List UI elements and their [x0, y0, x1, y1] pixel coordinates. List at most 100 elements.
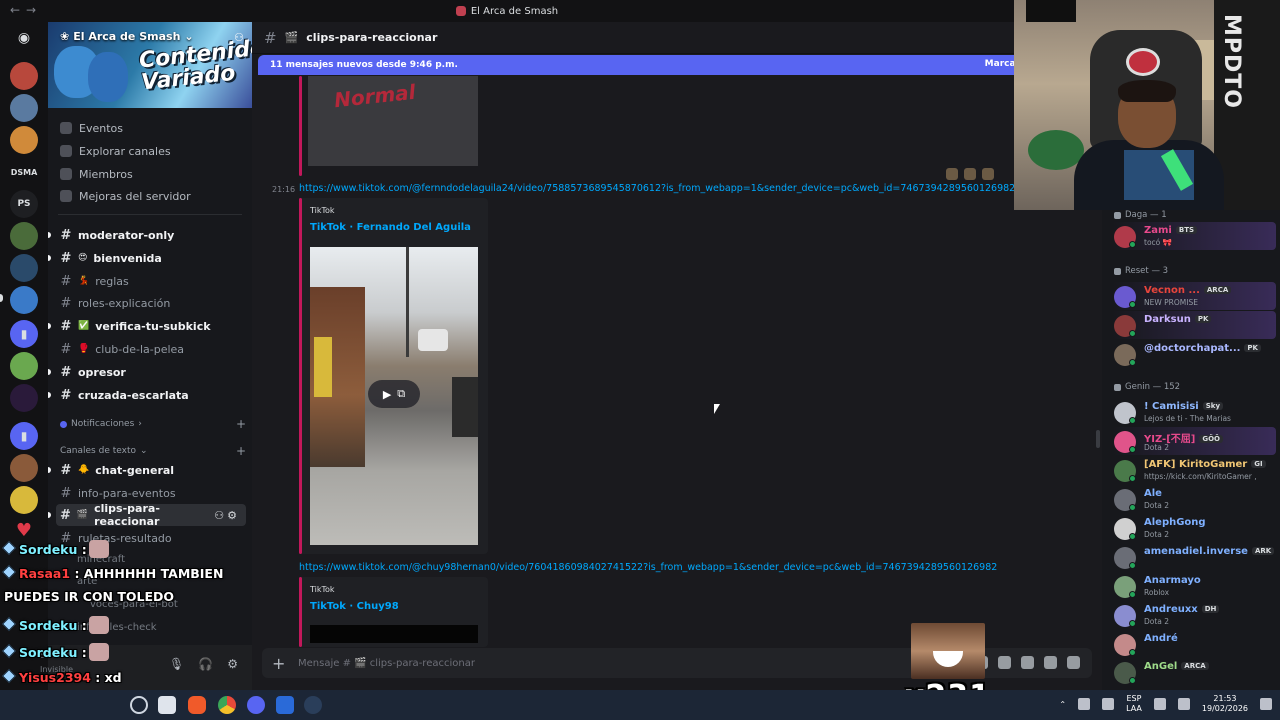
- embed-title[interactable]: TikTok · Chuy98: [310, 601, 399, 612]
- channel-item[interactable]: # info-para-eventos: [56, 482, 246, 504]
- open-external-icon[interactable]: ⧉: [397, 387, 405, 401]
- member-item[interactable]: AlephGong Dota 2: [1112, 514, 1276, 542]
- channel-item[interactable]: # opresor: [48, 361, 246, 383]
- menu-mejoras[interactable]: Mejoras del servidor: [60, 186, 191, 206]
- menu-eventos[interactable]: Eventos: [60, 118, 123, 138]
- add-channel-icon[interactable]: +: [236, 444, 246, 458]
- server-banner[interactable]: ❀ El Arca de Smash ⌄ ⚇ Contenido Variado: [48, 22, 252, 108]
- taskbar-app-icon[interactable]: [158, 696, 176, 714]
- server-icon-dsma[interactable]: DSMA: [10, 158, 38, 186]
- server-icon-active[interactable]: [10, 286, 38, 314]
- folder-icon[interactable]: ▮: [10, 422, 38, 450]
- nav-arrows[interactable]: ←→: [10, 3, 42, 17]
- menu-explorar[interactable]: Explorar canales: [60, 141, 171, 161]
- tray-icon[interactable]: [1078, 698, 1091, 710]
- new-messages-bar[interactable]: 11 mensajes nuevos desde 9:46 p.m. Marca…: [258, 55, 1028, 75]
- server-icon[interactable]: [10, 126, 38, 154]
- brave-icon[interactable]: [188, 696, 206, 714]
- server-name[interactable]: ❀ El Arca de Smash ⌄: [60, 30, 194, 43]
- message-link[interactable]: https://www.tiktok.com/@chuy98hernan0/vi…: [299, 562, 997, 573]
- member-item[interactable]: Andreuxx DH Dota 2: [1112, 601, 1276, 629]
- server-icon[interactable]: [10, 486, 38, 514]
- steam-icon[interactable]: [304, 696, 322, 714]
- discord-home-icon[interactable]: ◉: [10, 24, 38, 52]
- channel-item[interactable]: # ✅ verifica-tu-subkick: [48, 315, 246, 337]
- member-item[interactable]: Vecnon ... ARCA NEW PROMISE: [1112, 282, 1276, 310]
- member-item[interactable]: ! Camisisi Sky Lejos de ti - The Marias: [1112, 398, 1276, 426]
- video-thumbnail[interactable]: [310, 625, 478, 643]
- member-name-text: Ale: [1144, 488, 1162, 499]
- gear-icon[interactable]: ⚙: [227, 657, 238, 671]
- hash-icon: #: [60, 387, 72, 403]
- chat-username: Rasaa1: [19, 566, 71, 581]
- language-indicator[interactable]: ESP LAA: [1126, 694, 1142, 714]
- member-item[interactable]: Zami BTS tocó 🎀: [1112, 222, 1276, 250]
- member-item[interactable]: Ale Dota 2: [1112, 485, 1276, 513]
- channel-item[interactable]: # 💃 reglas: [56, 270, 246, 292]
- reaction-icon[interactable]: [964, 168, 976, 180]
- tray-icon[interactable]: [1102, 698, 1115, 710]
- play-button[interactable]: ▶ ⧉: [368, 380, 420, 408]
- sticker-icon[interactable]: [1021, 656, 1034, 669]
- server-icon[interactable]: [10, 352, 38, 380]
- category-canales-de-texto[interactable]: Canales de texto ⌄ +: [60, 443, 246, 459]
- chrome-icon[interactable]: [218, 696, 236, 714]
- server-name-text: El Arca de Smash: [73, 30, 181, 43]
- channel-item[interactable]: # 🥊 club-de-la-pelea: [56, 338, 246, 360]
- server-icon[interactable]: [10, 454, 38, 482]
- microphone-icon[interactable]: 🎙: [169, 657, 184, 671]
- member-item[interactable]: André: [1112, 630, 1276, 658]
- online-status-icon: [1129, 446, 1136, 453]
- menu-miembros[interactable]: Miembros: [60, 164, 133, 184]
- chat-emote-icon: [88, 540, 109, 558]
- member-item[interactable]: Anarmayo Roblox: [1112, 572, 1276, 600]
- apps-icon[interactable]: [1067, 656, 1080, 669]
- member-item[interactable]: [AFK] KiritoGamer GI https://kick.com/Kiri…: [1112, 456, 1276, 484]
- folder-icon[interactable]: ▮: [10, 320, 38, 348]
- reaction-icon[interactable]: [982, 168, 994, 180]
- clock[interactable]: 21:53 19/02/2026: [1202, 694, 1248, 714]
- member-item[interactable]: amenadiel.inverse ARK: [1112, 543, 1276, 571]
- chevron-up-icon[interactable]: ⌃: [1059, 700, 1066, 709]
- embed-title[interactable]: TikTok · Fernando Del Aguila: [310, 222, 471, 233]
- channel-item[interactable]: # 🎬 clips-para-reaccionar ⚇⚙: [48, 502, 246, 528]
- notifications-icon[interactable]: [1260, 698, 1272, 710]
- embed-provider[interactable]: TikTok: [310, 206, 335, 215]
- taskbar-app-icon[interactable]: [130, 696, 148, 714]
- headphones-icon[interactable]: 🎧: [198, 657, 213, 671]
- server-icon-ps[interactable]: PS: [10, 190, 38, 218]
- member-group-label: Reset — 3: [1125, 266, 1169, 276]
- server-icon[interactable]: [10, 62, 38, 90]
- server-icon[interactable]: [10, 254, 38, 282]
- reaction-icons[interactable]: [946, 168, 994, 180]
- embed-provider[interactable]: TikTok: [310, 585, 335, 594]
- embed-image[interactable]: Normal: [308, 76, 478, 166]
- category-notificaciones[interactable]: Notificaciones › +: [60, 416, 246, 432]
- member-item[interactable]: @doctorchapat... PK: [1112, 340, 1276, 368]
- member-item[interactable]: AnGel ARCA: [1112, 658, 1276, 686]
- member-item[interactable]: YIZ-[不屈] GÖÖ Dota 2: [1112, 427, 1276, 455]
- server-icon[interactable]: [10, 222, 38, 250]
- channel-item[interactable]: # cruzada-escarlata: [48, 384, 246, 406]
- emoji-icon[interactable]: [1044, 656, 1057, 669]
- member-name: [AFK] KiritoGamer GI: [1144, 459, 1266, 470]
- taskbar-app-icon[interactable]: [276, 696, 294, 714]
- gif-icon[interactable]: [998, 656, 1011, 669]
- composer-placeholder[interactable]: Mensaje # 🎬 clips-para-reaccionar: [298, 658, 475, 669]
- scrollbar[interactable]: [1096, 430, 1100, 448]
- reaction-icon[interactable]: [946, 168, 958, 180]
- message-link[interactable]: https://www.tiktok.com/@fernndodelaguila…: [299, 183, 1015, 194]
- server-icon[interactable]: [10, 384, 38, 412]
- discord-icon[interactable]: [247, 696, 265, 714]
- server-icon[interactable]: [10, 94, 38, 122]
- add-attachment-icon[interactable]: +: [272, 654, 288, 673]
- member-item[interactable]: Darksun PK: [1112, 311, 1276, 339]
- add-channel-icon[interactable]: +: [236, 417, 246, 431]
- channel-item[interactable]: # moderator-only: [48, 224, 246, 246]
- channel-settings-icons[interactable]: ⚇⚙: [214, 509, 240, 522]
- channel-item[interactable]: # 🐥 chat-general: [48, 459, 246, 481]
- volume-icon[interactable]: [1177, 698, 1190, 710]
- channel-item[interactable]: # roles-explicación: [56, 292, 246, 314]
- network-icon[interactable]: [1153, 698, 1166, 710]
- channel-item[interactable]: # 😍 bienvenida: [48, 247, 246, 269]
